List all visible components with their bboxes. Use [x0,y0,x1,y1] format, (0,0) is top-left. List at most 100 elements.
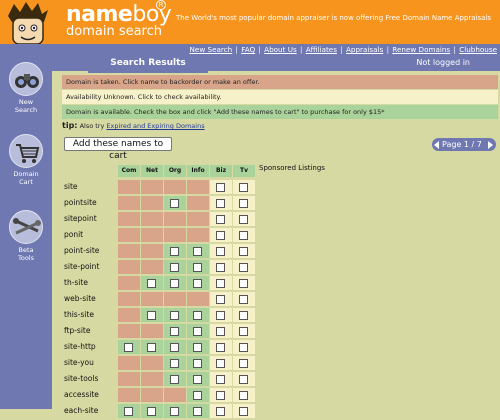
domain-cell-org[interactable] [164,292,186,306]
next-page-icon[interactable] [488,141,493,149]
select-checkbox[interactable] [239,199,248,208]
domain-cell-com[interactable] [118,324,140,338]
select-checkbox[interactable] [193,311,202,320]
nav-appraisals[interactable]: Appraisals [346,45,383,54]
select-checkbox[interactable] [193,375,202,384]
select-checkbox[interactable] [216,199,225,208]
select-checkbox[interactable] [239,407,248,416]
domain-name[interactable]: site [62,180,118,194]
select-checkbox[interactable] [239,375,248,384]
select-checkbox[interactable] [216,407,225,416]
select-checkbox[interactable] [147,407,156,416]
domain-cell-info[interactable] [187,292,209,306]
select-checkbox[interactable] [216,391,225,400]
domain-cell-info[interactable] [187,180,209,194]
domain-cell-com[interactable] [118,212,140,226]
select-checkbox[interactable] [216,183,225,192]
select-checkbox[interactable] [216,215,225,224]
domain-cell-com[interactable] [118,276,140,290]
domain-cell-net[interactable] [141,196,163,210]
select-checkbox[interactable] [239,183,248,192]
domain-cell-com[interactable] [118,244,140,258]
select-checkbox[interactable] [193,391,202,400]
add-to-cart-button[interactable]: Add these names to cart [64,137,172,161]
domain-cell-org[interactable] [164,180,186,194]
domain-cell-com[interactable] [118,228,140,242]
select-checkbox[interactable] [170,199,179,208]
domain-cell-net[interactable] [141,244,163,258]
domain-cell-com[interactable] [118,180,140,194]
domain-cell-net[interactable] [141,388,163,402]
domain-cell-net[interactable] [141,292,163,306]
select-checkbox[interactable] [239,327,248,336]
domain-cell-org[interactable] [164,212,186,226]
domain-cell-com[interactable] [118,308,140,322]
domain-name[interactable]: site-you [62,356,118,370]
sidebar-item-beta-tools[interactable]: Beta Tools [0,210,52,262]
select-checkbox[interactable] [170,263,179,272]
select-checkbox[interactable] [239,215,248,224]
pagination[interactable]: Page 1 / 7 [432,138,496,151]
nav-faq[interactable]: FAQ [241,45,255,54]
select-checkbox[interactable] [216,375,225,384]
domain-name[interactable]: this-site [62,308,118,322]
domain-name[interactable]: site-point [62,260,118,274]
select-checkbox[interactable] [170,375,179,384]
prev-page-icon[interactable] [434,141,439,149]
select-checkbox[interactable] [124,407,133,416]
domain-cell-com[interactable] [118,260,140,274]
select-checkbox[interactable] [170,279,179,288]
domain-cell-info[interactable] [187,228,209,242]
domain-cell-net[interactable] [141,212,163,226]
domain-name[interactable]: web-site [62,292,118,306]
select-checkbox[interactable] [216,343,225,352]
domain-name[interactable]: accessite [62,388,118,402]
domain-cell-org[interactable] [164,228,186,242]
select-checkbox[interactable] [239,343,248,352]
nav-affiliates[interactable]: Affiliates [306,45,337,54]
domain-cell-com[interactable] [118,372,140,386]
select-checkbox[interactable] [239,391,248,400]
select-checkbox[interactable] [216,231,225,240]
sidebar-item-new-search[interactable]: New Search [0,62,52,114]
domain-cell-net[interactable] [141,356,163,370]
select-checkbox[interactable] [170,247,179,256]
select-checkbox[interactable] [216,279,225,288]
select-checkbox[interactable] [239,359,248,368]
domain-name[interactable]: ponit [62,228,118,242]
nav-clubhouse[interactable]: Clubhouse [459,45,497,54]
nav-new-search[interactable]: New Search [190,45,233,54]
select-checkbox[interactable] [170,311,179,320]
select-checkbox[interactable] [216,359,225,368]
domain-cell-net[interactable] [141,228,163,242]
select-checkbox[interactable] [193,343,202,352]
select-checkbox[interactable] [239,311,248,320]
select-checkbox[interactable] [239,231,248,240]
domain-cell-com[interactable] [118,356,140,370]
domain-name[interactable]: site-http [62,340,118,354]
expired-domains-link[interactable]: Expired and Expiring Domains [106,122,204,130]
select-checkbox[interactable] [216,311,225,320]
domain-cell-net[interactable] [141,260,163,274]
select-checkbox[interactable] [147,279,156,288]
domain-cell-org[interactable] [164,388,186,402]
domain-cell-com[interactable] [118,388,140,402]
nav-renew-domains[interactable]: Renew Domains [392,45,450,54]
domain-cell-net[interactable] [141,324,163,338]
domain-cell-com[interactable] [118,196,140,210]
select-checkbox[interactable] [216,247,225,256]
select-checkbox[interactable] [239,279,248,288]
select-checkbox[interactable] [216,263,225,272]
select-checkbox[interactable] [124,343,133,352]
domain-name[interactable]: each-site [62,404,118,418]
domain-name[interactable]: pointsite [62,196,118,210]
select-checkbox[interactable] [193,359,202,368]
select-checkbox[interactable] [147,311,156,320]
select-checkbox[interactable] [239,247,248,256]
domain-cell-info[interactable] [187,196,209,210]
domain-cell-info[interactable] [187,212,209,226]
select-checkbox[interactable] [170,327,179,336]
domain-name[interactable]: th-site [62,276,118,290]
select-checkbox[interactable] [147,343,156,352]
nav-about-us[interactable]: About Us [264,45,297,54]
